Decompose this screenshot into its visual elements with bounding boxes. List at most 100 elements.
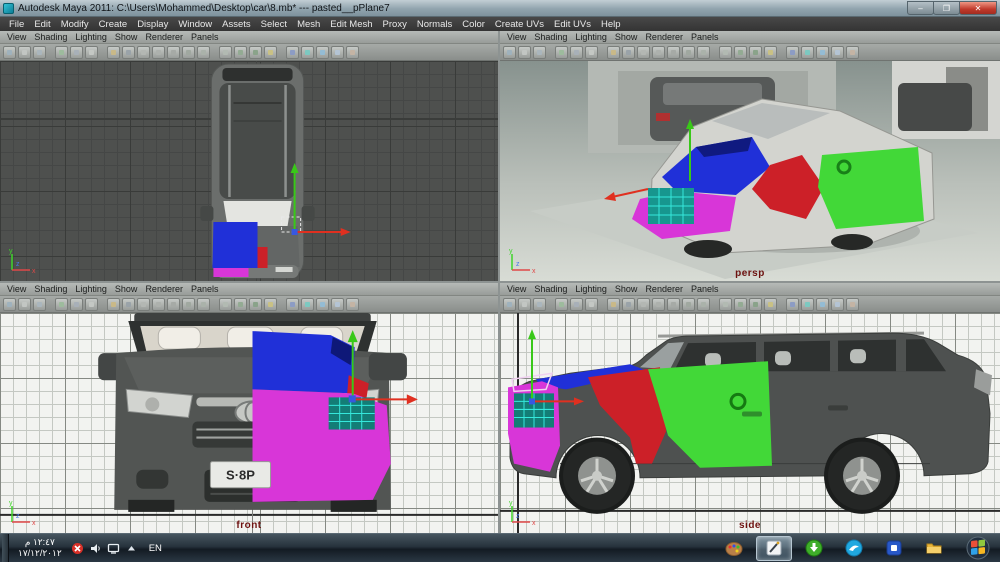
panel-menu-item[interactable]: View: [503, 284, 530, 294]
hidden-icons-arrow[interactable]: [125, 542, 138, 555]
minimize-button[interactable]: –: [907, 1, 934, 15]
panel-menu-item[interactable]: Lighting: [571, 284, 611, 294]
panel-menu-item[interactable]: Shading: [530, 32, 571, 42]
gate-mask-icon[interactable]: [167, 298, 180, 311]
camera-attributes-icon[interactable]: [533, 298, 546, 311]
safe-title-icon[interactable]: [219, 298, 232, 311]
blue-app-icon[interactable]: [876, 536, 912, 561]
lock-camera-icon[interactable]: [518, 298, 531, 311]
explorer-folder-icon[interactable]: [916, 536, 952, 561]
maximize-button[interactable]: ❐: [933, 1, 960, 15]
shading-icon[interactable]: [286, 298, 299, 311]
gate-mask-icon[interactable]: [667, 46, 680, 59]
gate-mask-icon[interactable]: [167, 46, 180, 59]
shading-icon[interactable]: [286, 46, 299, 59]
film-gate-icon[interactable]: [637, 46, 650, 59]
frame-selection-icon[interactable]: [249, 46, 262, 59]
wireframe-shaded-icon[interactable]: [816, 298, 829, 311]
grid-icon[interactable]: [622, 46, 635, 59]
camera-attributes-icon[interactable]: [533, 46, 546, 59]
frame-all-icon[interactable]: [234, 46, 247, 59]
panel-menu-item[interactable]: Shading: [530, 284, 571, 294]
grease-pencil-icon[interactable]: [607, 298, 620, 311]
grid-icon[interactable]: [122, 46, 135, 59]
lighting-icon[interactable]: [764, 298, 777, 311]
taskbar[interactable]: ١٢:٤٧ م ١٧/١٢/٢٠١٢ EN: [0, 533, 1000, 562]
image-plane-icon[interactable]: [70, 298, 83, 311]
isolate-select-icon[interactable]: [346, 298, 359, 311]
panel-menu-item[interactable]: Renderer: [641, 32, 687, 42]
start-button[interactable]: [958, 535, 998, 562]
panel-menu-item[interactable]: Lighting: [71, 32, 111, 42]
menu-item[interactable]: Color: [457, 19, 490, 30]
wireframe-shaded-icon[interactable]: [316, 298, 329, 311]
textured-icon[interactable]: [801, 298, 814, 311]
bookmark-icon[interactable]: [555, 46, 568, 59]
car-side-view[interactable]: [508, 333, 992, 514]
film-gate-icon[interactable]: [637, 298, 650, 311]
frame-all-icon[interactable]: [234, 298, 247, 311]
lighting-icon[interactable]: [264, 46, 277, 59]
menu-item[interactable]: Normals: [412, 19, 457, 30]
panel-menu-item[interactable]: Lighting: [571, 32, 611, 42]
grease-pencil-icon[interactable]: [107, 298, 120, 311]
frame-selection-icon[interactable]: [749, 46, 762, 59]
menu-item[interactable]: Create UVs: [490, 19, 549, 30]
xray-icon[interactable]: [331, 298, 344, 311]
safe-action-icon[interactable]: [197, 298, 210, 311]
panel-menu-item[interactable]: Lighting: [71, 284, 111, 294]
grid-icon[interactable]: [122, 298, 135, 311]
lock-camera-icon[interactable]: [518, 46, 531, 59]
select-camera-icon[interactable]: [3, 46, 16, 59]
panel-menu-item[interactable]: Renderer: [641, 284, 687, 294]
image-plane-icon[interactable]: [570, 298, 583, 311]
volume-icon[interactable]: [89, 542, 102, 555]
safe-title-icon[interactable]: [719, 298, 732, 311]
xray-icon[interactable]: [331, 46, 344, 59]
wireframe-shaded-icon[interactable]: [316, 46, 329, 59]
frame-selection-icon[interactable]: [249, 298, 262, 311]
pan-zoom-icon[interactable]: [585, 46, 598, 59]
wireframe-shaded-icon[interactable]: [816, 46, 829, 59]
bookmark-icon[interactable]: [55, 46, 68, 59]
select-camera-icon[interactable]: [3, 298, 16, 311]
gate-mask-icon[interactable]: [667, 298, 680, 311]
panel-menu-item[interactable]: Show: [111, 32, 142, 42]
panel-menu-item[interactable]: Show: [611, 284, 642, 294]
safe-title-icon[interactable]: [219, 46, 232, 59]
menu-item[interactable]: Create: [94, 19, 133, 30]
grease-pencil-icon[interactable]: [607, 46, 620, 59]
isolate-select-icon[interactable]: [346, 46, 359, 59]
select-camera-icon[interactable]: [503, 298, 516, 311]
xray-icon[interactable]: [831, 298, 844, 311]
paint-palette-icon[interactable]: [716, 536, 752, 561]
field-chart-icon[interactable]: [182, 46, 195, 59]
menu-item[interactable]: Edit UVs: [549, 19, 596, 30]
viewport-canvas-top[interactable]: y x z: [0, 61, 498, 281]
car-front-view[interactable]: S·8P: [98, 313, 407, 512]
safe-action-icon[interactable]: [697, 46, 710, 59]
viewport-canvas-front[interactable]: S·8P y x z fron: [0, 313, 498, 533]
menu-item[interactable]: Mesh: [292, 19, 325, 30]
resolution-gate-icon[interactable]: [152, 298, 165, 311]
menu-item[interactable]: Select: [256, 19, 292, 30]
textured-icon[interactable]: [801, 46, 814, 59]
panel-menu-item[interactable]: Panels: [187, 284, 223, 294]
select-camera-icon[interactable]: [503, 46, 516, 59]
menu-item[interactable]: Window: [173, 19, 217, 30]
menu-item[interactable]: Assets: [217, 19, 256, 30]
film-gate-icon[interactable]: [137, 298, 150, 311]
bookmark-icon[interactable]: [55, 298, 68, 311]
panel-menu-item[interactable]: Panels: [687, 284, 723, 294]
language-indicator[interactable]: EN: [144, 543, 167, 554]
panel-menu-item[interactable]: View: [3, 284, 30, 294]
frame-selection-icon[interactable]: [749, 298, 762, 311]
field-chart-icon[interactable]: [682, 46, 695, 59]
resolution-gate-icon[interactable]: [652, 46, 665, 59]
textured-icon[interactable]: [301, 46, 314, 59]
taskbar-empty-area[interactable]: [173, 534, 710, 562]
frame-all-icon[interactable]: [734, 46, 747, 59]
shading-icon[interactable]: [786, 46, 799, 59]
lighting-icon[interactable]: [764, 46, 777, 59]
isolate-select-icon[interactable]: [846, 298, 859, 311]
